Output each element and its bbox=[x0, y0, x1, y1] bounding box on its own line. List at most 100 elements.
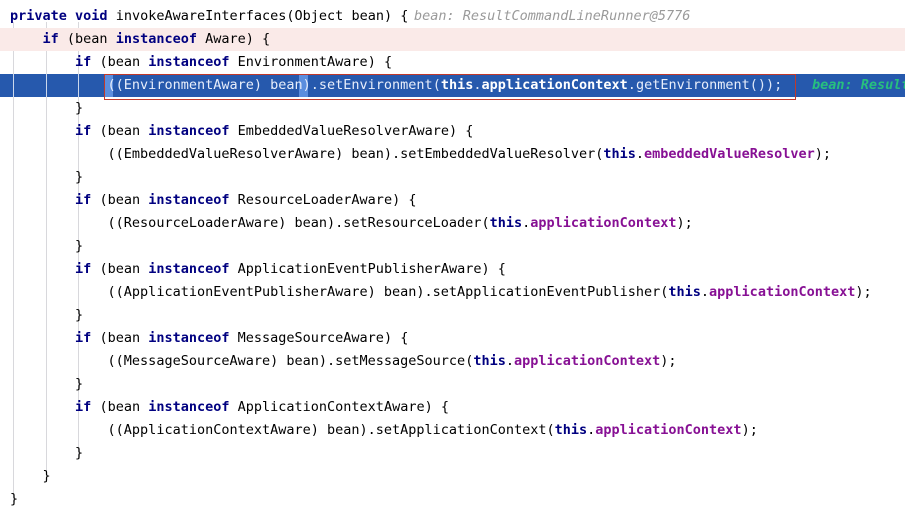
token-punc: ( bbox=[481, 215, 490, 231]
code-line-20[interactable]: } bbox=[10, 442, 83, 465]
token-kw: if bbox=[75, 192, 92, 208]
token-punc: ) { bbox=[367, 54, 393, 70]
token-kw: this bbox=[440, 77, 474, 93]
token-kw: instanceof bbox=[148, 330, 230, 346]
token-kw: this bbox=[554, 422, 588, 438]
token-punc bbox=[230, 330, 238, 346]
code-line-22[interactable]: } bbox=[10, 488, 18, 511]
token-punc: . bbox=[522, 215, 531, 231]
code-line-3[interactable]: if (bean instanceof EnvironmentAware) { bbox=[10, 51, 392, 74]
token-punc bbox=[230, 123, 238, 139]
token-kw: if bbox=[75, 54, 92, 70]
token-punc: } bbox=[10, 468, 51, 484]
token-punc: ); bbox=[855, 284, 872, 300]
code-line-6[interactable]: if (bean instanceof EmbeddedValueResolve… bbox=[10, 120, 473, 143]
code-editor[interactable]: private void invokeAwareInterfaces(Objec… bbox=[0, 0, 905, 516]
token-punc: ) { bbox=[448, 123, 474, 139]
token-punc: } bbox=[10, 169, 84, 185]
code-line-13[interactable]: ((ApplicationEventPublisherAware) bean).… bbox=[10, 281, 872, 304]
token-id: EnvironmentAware bbox=[237, 54, 368, 70]
token-punc: } bbox=[10, 307, 84, 323]
code-line-11[interactable]: } bbox=[10, 235, 83, 258]
code-line-2[interactable]: if (bean instanceof Aware) { bbox=[10, 28, 271, 51]
token-punc bbox=[230, 261, 238, 277]
code-line-5[interactable]: } bbox=[10, 97, 83, 120]
token-punc bbox=[10, 261, 75, 277]
token-punc: . bbox=[327, 353, 336, 369]
token-punc bbox=[10, 146, 108, 162]
token-punc: (bean bbox=[99, 399, 149, 415]
token-kw: this bbox=[668, 284, 701, 300]
token-id: ((ApplicationEventPublisherAware) bean) bbox=[107, 284, 425, 300]
token-punc bbox=[230, 399, 238, 415]
token-punc: . bbox=[505, 353, 514, 369]
token-punc: ( bbox=[546, 422, 555, 438]
token-fld: applicationContext bbox=[513, 353, 661, 369]
token-punc: ) { bbox=[481, 261, 506, 277]
token-punc: (bean bbox=[99, 54, 149, 70]
token-id: ApplicationContextAware bbox=[237, 399, 425, 415]
token-kw: if bbox=[42, 31, 59, 47]
token-punc: } bbox=[10, 238, 84, 254]
token-punc bbox=[197, 31, 205, 47]
token-punc: . bbox=[367, 422, 376, 438]
code-line-18[interactable]: if (bean instanceof ApplicationContextAw… bbox=[10, 396, 449, 419]
code-line-17[interactable]: } bbox=[10, 373, 83, 396]
token-id: setResourceLoader bbox=[343, 215, 482, 231]
code-line-1[interactable]: private void invokeAwareInterfaces(Objec… bbox=[10, 5, 690, 28]
token-punc: ) { bbox=[392, 192, 417, 208]
code-line-15[interactable]: if (bean instanceof MessageSourceAware) … bbox=[10, 327, 408, 350]
code-line-19[interactable]: ((ApplicationContextAware) bean).setAppl… bbox=[10, 419, 758, 442]
token-kw: instanceof bbox=[148, 399, 230, 415]
token-kw: if bbox=[75, 399, 92, 415]
token-id: setMessageSource bbox=[335, 353, 466, 369]
token-kw: if bbox=[75, 123, 92, 139]
code-line-12[interactable]: if (bean instanceof ApplicationEventPubl… bbox=[10, 258, 506, 281]
code-line-9[interactable]: if (bean instanceof ResourceLoaderAware)… bbox=[10, 189, 416, 212]
token-punc: . bbox=[392, 146, 401, 162]
token-kw: if bbox=[75, 330, 92, 346]
token-punc bbox=[10, 77, 108, 93]
token-punc: } bbox=[10, 491, 19, 507]
token-punc bbox=[67, 8, 75, 24]
token-kw: instanceof bbox=[148, 261, 230, 277]
token-id: ((MessageSourceAware) bean) bbox=[107, 353, 327, 369]
token-punc bbox=[10, 54, 75, 70]
code-line-10[interactable]: ((ResourceLoaderAware) bean). setResource… bbox=[10, 212, 693, 235]
token-kw: instanceof bbox=[148, 192, 230, 208]
token-punc: ()); bbox=[749, 77, 783, 93]
token-fld: applicationContext bbox=[595, 422, 742, 438]
token-kw: private bbox=[10, 8, 67, 24]
token-fld: embeddedValueResolver bbox=[644, 146, 815, 162]
token-punc: ) { bbox=[245, 31, 271, 47]
token-punc: (bean bbox=[99, 261, 149, 277]
token-id: MessageSourceAware bbox=[237, 330, 384, 346]
token-kw: instanceof bbox=[115, 31, 197, 47]
token-punc: ) { bbox=[383, 330, 409, 346]
token-kw: void bbox=[75, 8, 108, 24]
token-punc: ); bbox=[741, 422, 758, 438]
inline-debug-hint: bean: Result bbox=[812, 77, 905, 93]
token-fld: applicationContext bbox=[530, 215, 677, 231]
code-line-16[interactable]: ((MessageSourceAware) bean).setMessageSo… bbox=[10, 350, 677, 373]
token-punc bbox=[230, 192, 238, 208]
token-punc bbox=[10, 192, 75, 208]
token-punc: . bbox=[700, 284, 710, 300]
token-punc: ) { bbox=[424, 399, 449, 415]
token-id: ResourceLoaderAware bbox=[237, 192, 393, 208]
token-kw: this bbox=[489, 215, 523, 231]
token-punc: . bbox=[310, 77, 319, 93]
token-punc bbox=[10, 330, 75, 346]
code-line-8[interactable]: } bbox=[10, 166, 83, 189]
token-id: ((EnvironmentAware) bean) bbox=[107, 77, 311, 93]
token-fld: applicationContext bbox=[709, 284, 856, 300]
token-kw: instanceof bbox=[148, 54, 230, 70]
code-line-4[interactable]: ((EnvironmentAware) bean).setEnvironment… bbox=[10, 74, 905, 97]
token-punc: } bbox=[10, 100, 84, 116]
token-punc bbox=[10, 31, 43, 47]
code-line-21[interactable]: } bbox=[10, 465, 51, 488]
code-line-14[interactable]: } bbox=[10, 304, 83, 327]
token-id: ((EmbeddedValueResolverAware) bean) bbox=[107, 146, 393, 162]
code-line-7[interactable]: ((EmbeddedValueResolverAware) bean).setE… bbox=[10, 143, 831, 166]
token-punc: ); bbox=[676, 215, 693, 231]
